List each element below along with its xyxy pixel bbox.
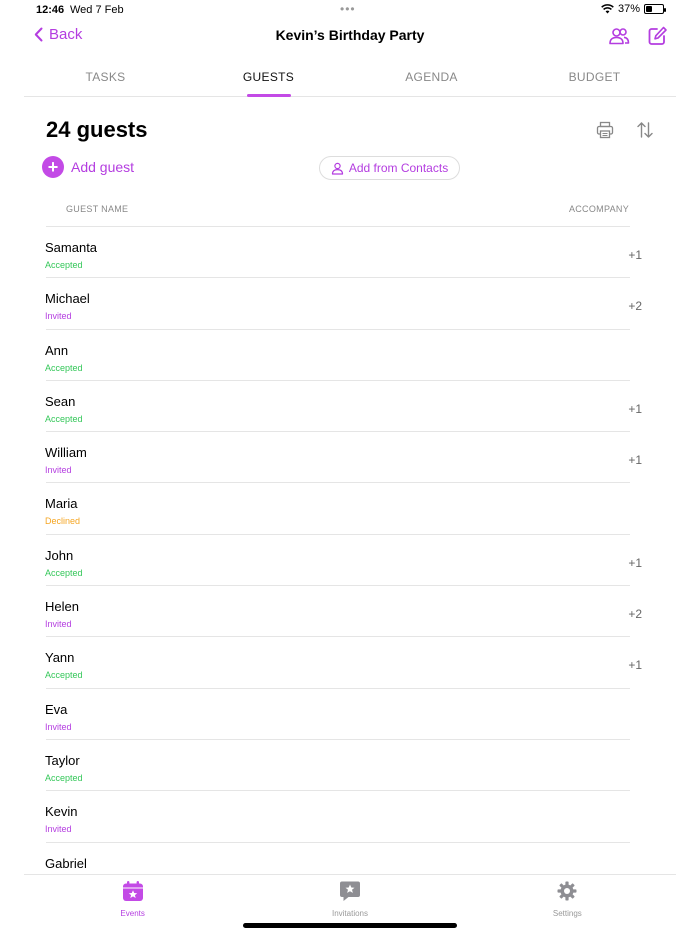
guest-status: Accepted bbox=[45, 670, 83, 681]
guest-accompany-count: +1 bbox=[628, 555, 642, 570]
guest-accompany-count: +2 bbox=[628, 607, 642, 622]
guest-row[interactable]: Sean Accepted +1 bbox=[0, 381, 700, 433]
guest-accompany-count: +1 bbox=[628, 658, 642, 673]
tab-budget[interactable]: BUDGET bbox=[513, 55, 676, 96]
print-icon[interactable] bbox=[596, 121, 614, 139]
guest-name: Yann bbox=[45, 650, 75, 666]
nav-bar: Back Kevin’s Birthday Party bbox=[0, 20, 700, 54]
tabs: TASKS GUESTS AGENDA BUDGET bbox=[24, 55, 676, 97]
add-contacts-label: Add from Contacts bbox=[348, 161, 449, 175]
person-icon bbox=[331, 162, 343, 175]
chat-star-icon bbox=[339, 881, 360, 901]
people-icon[interactable] bbox=[608, 25, 630, 47]
guest-name: Ann bbox=[45, 342, 69, 358]
tab-bar-settings-label: Settings bbox=[552, 909, 582, 918]
guest-name: Samanta bbox=[45, 240, 98, 255]
status-time: 12:46 bbox=[36, 4, 65, 16]
column-header-guest-name: GUEST NAME bbox=[66, 204, 129, 214]
guest-row[interactable]: Taylor Accepted bbox=[0, 740, 700, 792]
tab-guests[interactable]: GUESTS bbox=[187, 55, 350, 96]
guest-status: Accepted bbox=[45, 362, 83, 373]
page-title: Kevin’s Birthday Party bbox=[275, 27, 425, 43]
guest-name: Michael bbox=[45, 291, 90, 307]
tab-bar-settings[interactable]: Settings bbox=[459, 875, 676, 934]
home-indicator[interactable] bbox=[243, 923, 457, 928]
guest-accompany-count: +1 bbox=[628, 248, 642, 262]
guest-row[interactable]: Gabriel bbox=[0, 843, 700, 874]
guest-row[interactable]: Maria Declined bbox=[0, 483, 700, 536]
guest-count: 24 guests bbox=[46, 117, 148, 142]
guest-name: Sean bbox=[45, 393, 76, 409]
tab-bar-invitations-label: Invitations bbox=[331, 909, 368, 918]
add-guest-button[interactable]: + Add guest bbox=[42, 156, 134, 178]
guest-name: Eva bbox=[45, 701, 68, 717]
guest-row[interactable]: Samanta Accepted +1 bbox=[0, 227, 700, 279]
guest-name: John bbox=[45, 547, 74, 563]
guest-status: Accepted bbox=[45, 260, 83, 270]
guest-row[interactable]: Ann Accepted bbox=[0, 330, 700, 382]
guest-status: Accepted bbox=[45, 772, 83, 783]
guest-status: Invited bbox=[45, 465, 72, 476]
guest-status: Invited bbox=[45, 721, 72, 732]
guest-name: Gabriel bbox=[45, 855, 87, 871]
guest-status: Accepted bbox=[45, 567, 83, 578]
status-date: Wed 7 Feb bbox=[70, 4, 124, 16]
guest-status: Accepted bbox=[45, 413, 83, 424]
multitasking-dots-icon[interactable]: ••• bbox=[340, 2, 356, 16]
guest-row[interactable]: Kevin Invited bbox=[0, 791, 700, 843]
tab-agenda[interactable]: AGENDA bbox=[350, 55, 513, 96]
guest-status: Invited bbox=[45, 619, 72, 630]
guest-row[interactable]: Michael Invited +2 bbox=[0, 278, 700, 330]
guest-name: Kevin bbox=[45, 804, 78, 820]
guest-name: Taylor bbox=[45, 752, 80, 768]
guest-list: Samanta Accepted +1 Michael Invited +2 Ann Acce… bbox=[0, 227, 700, 874]
guest-row[interactable]: John Accepted +1 bbox=[0, 535, 700, 587]
battery-icon bbox=[644, 4, 666, 14]
guest-accompany-count: +1 bbox=[628, 401, 642, 416]
guest-row[interactable]: Yann Accepted +1 bbox=[0, 637, 700, 689]
guest-name: William bbox=[45, 445, 87, 461]
tab-tasks[interactable]: TASKS bbox=[24, 55, 187, 96]
guest-accompany-count: +2 bbox=[628, 299, 642, 314]
tab-bar-events[interactable]: Events bbox=[24, 875, 241, 934]
tab-bar-events-label: Events bbox=[120, 909, 145, 918]
guest-row[interactable]: Eva Invited bbox=[0, 689, 700, 741]
wifi-icon bbox=[601, 4, 614, 14]
guest-status: Invited bbox=[45, 311, 72, 322]
status-bar: 12:46 Wed 7 Feb ••• 37% bbox=[0, 0, 700, 20]
plus-icon: + bbox=[42, 156, 64, 178]
gear-icon bbox=[557, 881, 577, 901]
guest-row[interactable]: William Invited +1 bbox=[0, 432, 700, 484]
column-header-accompany: ACCOMPANY bbox=[568, 204, 629, 214]
guest-name: Helen bbox=[45, 599, 79, 615]
battery-percent: 37% bbox=[617, 3, 640, 15]
sort-icon[interactable] bbox=[636, 121, 654, 139]
nav-actions bbox=[608, 25, 668, 47]
add-from-contacts-button[interactable]: Add from Contacts bbox=[319, 156, 460, 180]
calendar-star-icon bbox=[122, 881, 143, 901]
guest-accompany-count: +1 bbox=[628, 453, 642, 468]
edit-icon[interactable] bbox=[646, 25, 668, 47]
guest-row[interactable]: Helen Invited +2 bbox=[0, 586, 700, 638]
guest-name: Maria bbox=[45, 496, 78, 512]
status-right: 37% bbox=[601, 3, 666, 15]
guest-status: Declined bbox=[45, 516, 81, 527]
guest-status: Invited bbox=[45, 824, 72, 835]
add-guest-label: Add guest bbox=[71, 159, 135, 175]
